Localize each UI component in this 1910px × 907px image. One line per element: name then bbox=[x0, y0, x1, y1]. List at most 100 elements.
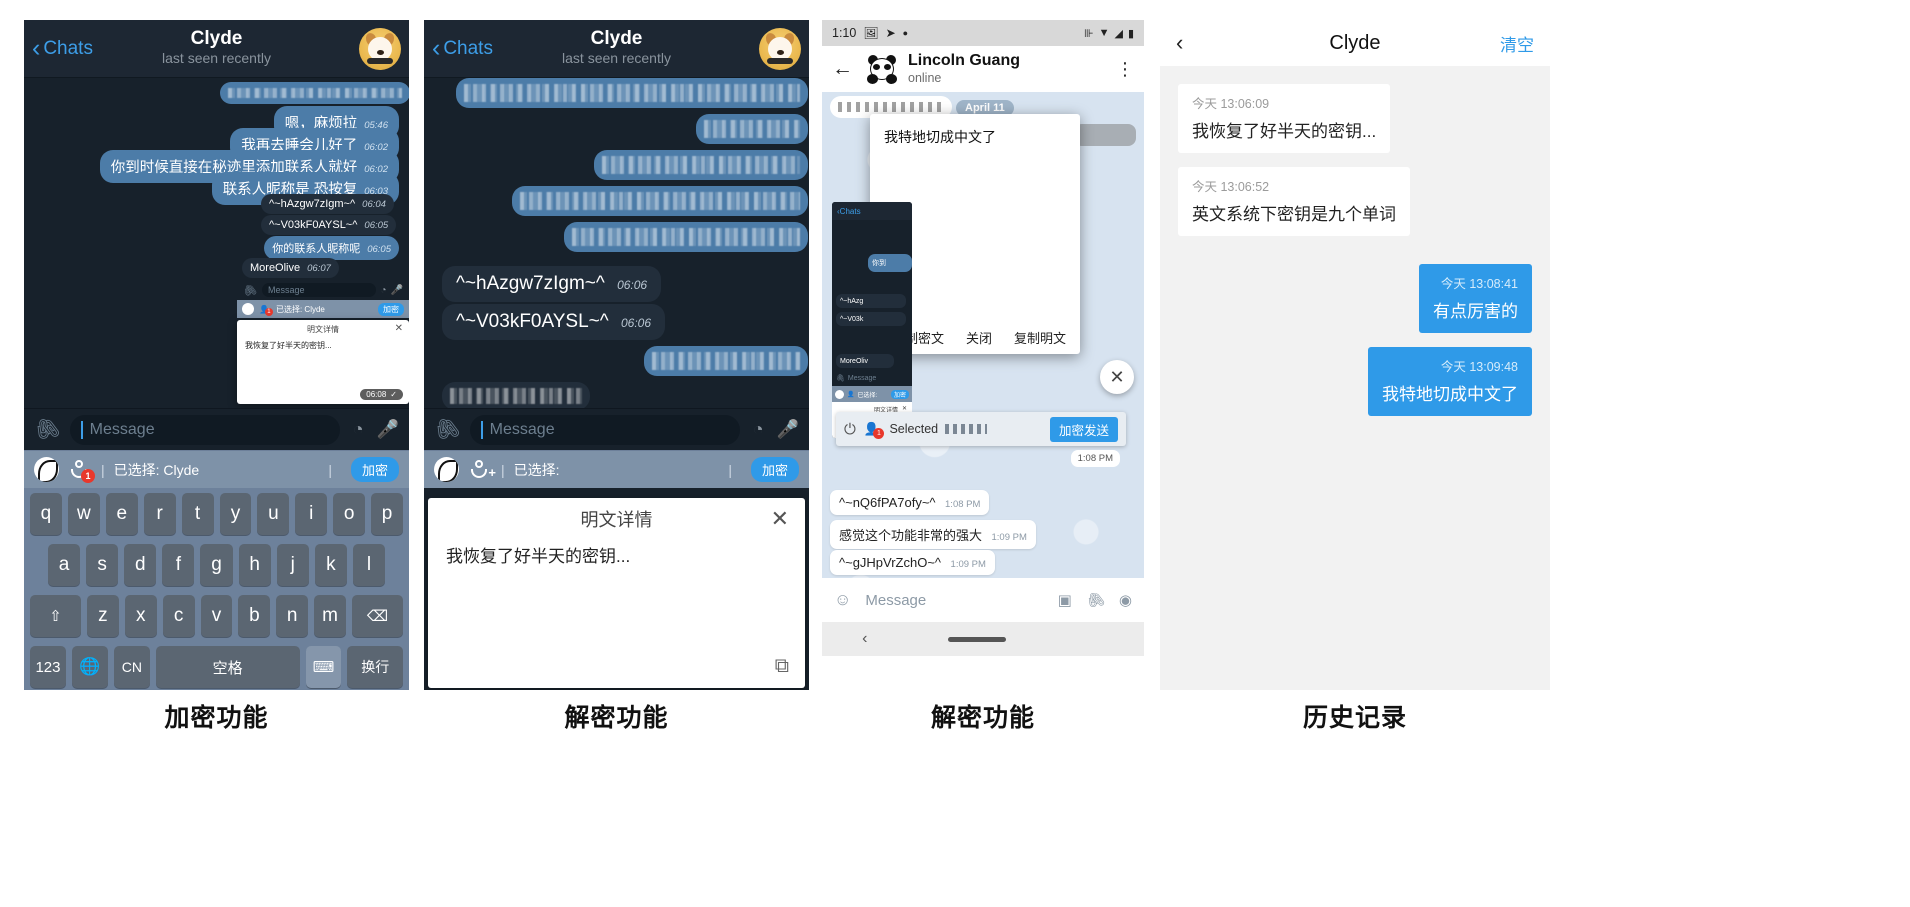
schedule-icon[interactable]: ◔ bbox=[381, 285, 387, 296]
attach-icon[interactable]: 🖇 bbox=[241, 281, 258, 298]
back-arrow-icon[interactable]: ← bbox=[832, 57, 853, 81]
list-item[interactable]: 今天 13:06:09 我恢复了好半天的密钥... bbox=[1160, 84, 1550, 153]
message-bubble-blurred[interactable] bbox=[512, 186, 808, 216]
camera-icon[interactable]: ▣ bbox=[1058, 591, 1072, 609]
history-card[interactable]: 今天 13:06:09 我恢复了好半天的密钥... bbox=[1178, 84, 1391, 153]
close-button[interactable]: 关闭 bbox=[966, 328, 992, 347]
key-x[interactable]: x bbox=[124, 595, 157, 637]
attach-icon[interactable]: 🖇 bbox=[1083, 588, 1108, 612]
shift-key[interactable]: ⇧ bbox=[30, 595, 81, 637]
message-bubble-blurred[interactable] bbox=[564, 222, 808, 252]
app-logo-icon[interactable] bbox=[434, 457, 459, 482]
back-to-chats-button[interactable]: ‹ Chats bbox=[432, 36, 493, 60]
close-icon[interactable]: ✕ bbox=[395, 324, 403, 334]
avatar[interactable] bbox=[359, 28, 401, 70]
message-bubble-blurred[interactable] bbox=[456, 78, 808, 108]
copy-icon[interactable]: ⧉ bbox=[775, 655, 789, 678]
message-bubble[interactable]: 你的联系人昵称呢 06:05 bbox=[264, 236, 399, 260]
key-i[interactable]: i bbox=[295, 493, 328, 535]
avatar[interactable] bbox=[759, 28, 801, 70]
message-input[interactable]: Message bbox=[865, 592, 1043, 609]
key-r[interactable]: r bbox=[143, 493, 176, 535]
message-bubble-cipher[interactable]: ^~hAzgw7zIgm~^ 06:06 bbox=[442, 266, 662, 302]
nav-back-icon[interactable]: ‹ bbox=[862, 630, 867, 648]
language-key[interactable]: CN bbox=[113, 646, 150, 688]
nested-message-bubble[interactable]: 你到 bbox=[868, 254, 912, 272]
mic-icon[interactable]: 🎤 bbox=[777, 419, 799, 440]
list-item[interactable]: 今天 13:09:48 我特地切成中文了 bbox=[1160, 347, 1550, 416]
space-key[interactable]: 空格 bbox=[155, 646, 300, 688]
key-o[interactable]: o bbox=[333, 493, 366, 535]
message-bubble[interactable]: 感觉这个功能非常的强大 1:09 PM bbox=[830, 520, 1036, 549]
clear-button[interactable]: 清空 bbox=[1500, 31, 1534, 56]
copy-plaintext-button[interactable]: 复制明文 bbox=[1014, 328, 1066, 347]
history-card-sent[interactable]: 今天 13:08:41 有点厉害的 bbox=[1419, 264, 1532, 333]
key-j[interactable]: j bbox=[276, 544, 309, 586]
mic-icon[interactable]: ◉ bbox=[1119, 591, 1132, 609]
nested-message-bubble[interactable]: MoreOliv bbox=[836, 354, 894, 368]
key-s[interactable]: s bbox=[86, 544, 119, 586]
message-bubble-blurred[interactable] bbox=[1074, 124, 1136, 146]
key-f[interactable]: f bbox=[162, 544, 195, 586]
message-bubble-blurred[interactable] bbox=[594, 150, 808, 180]
nested-encrypt-button[interactable]: 加密 bbox=[378, 302, 404, 316]
nested-message-input[interactable]: Message bbox=[261, 283, 376, 297]
key-h[interactable]: h bbox=[238, 544, 271, 586]
message-input[interactable]: Message bbox=[469, 414, 740, 445]
key-c[interactable]: c bbox=[162, 595, 195, 637]
encrypt-button[interactable]: 加密 bbox=[750, 457, 799, 482]
close-icon[interactable]: ✕ bbox=[902, 405, 907, 412]
nested-message-bubble[interactable]: ^~hAzg bbox=[836, 294, 906, 308]
message-bubble-cipher[interactable]: ^~hAzgw7zIgm~^ 06:04 bbox=[261, 194, 394, 214]
key-q[interactable]: q bbox=[29, 493, 62, 535]
return-key[interactable]: 换行 bbox=[347, 646, 404, 688]
schedule-icon[interactable]: ◔ bbox=[353, 419, 364, 440]
history-card[interactable]: 今天 13:06:52 英文系统下密钥是九个单词 bbox=[1178, 167, 1410, 236]
power-icon[interactable]: ⏻ bbox=[844, 421, 856, 438]
select-contact-icon[interactable]: 👤 1 bbox=[259, 305, 273, 316]
key-g[interactable]: g bbox=[200, 544, 233, 586]
key-v[interactable]: v bbox=[200, 595, 233, 637]
app-logo-icon[interactable] bbox=[34, 457, 59, 482]
attach-icon[interactable]: 🖇 bbox=[30, 413, 64, 445]
nested-message-bubble[interactable]: ^~V03k bbox=[836, 312, 906, 326]
message-bubble-cipher[interactable]: ^~V03kF0AYSL~^ 06:05 bbox=[261, 215, 397, 235]
key-t[interactable]: t bbox=[181, 493, 214, 535]
mic-icon[interactable]: 🎤 bbox=[391, 285, 403, 296]
message-bubble-cipher[interactable]: ^~V03kF0AYSL~^ 06:06 bbox=[442, 304, 665, 340]
nested-input-bar[interactable]: 🖇 Message bbox=[832, 370, 912, 386]
message-bubble-blurred[interactable] bbox=[220, 82, 409, 104]
schedule-icon[interactable]: ◔ bbox=[753, 419, 764, 440]
key-d[interactable]: d bbox=[124, 544, 157, 586]
sticker-icon[interactable]: ☺ bbox=[834, 590, 851, 610]
key-y[interactable]: y bbox=[219, 493, 252, 535]
mic-icon[interactable]: 🎤 bbox=[377, 419, 399, 440]
key-b[interactable]: b bbox=[238, 595, 271, 637]
message-bubble-cipher[interactable]: ^~nQ6fPA7ofy~^ 1:08 PM bbox=[830, 490, 990, 515]
key-u[interactable]: u bbox=[257, 493, 290, 535]
close-icon[interactable]: ✕ bbox=[771, 508, 789, 530]
list-item[interactable]: 今天 13:06:52 英文系统下密钥是九个单词 bbox=[1160, 167, 1550, 236]
key-p[interactable]: p bbox=[371, 493, 404, 535]
close-overlay-button[interactable]: ✕ bbox=[1100, 360, 1134, 394]
key-m[interactable]: m bbox=[314, 595, 346, 637]
key-l[interactable]: l bbox=[352, 544, 385, 586]
back-to-chats-button[interactable]: ‹ Chats bbox=[32, 36, 93, 60]
avatar[interactable] bbox=[867, 54, 897, 84]
key-w[interactable]: w bbox=[67, 493, 100, 535]
select-contact-button[interactable]: 1 bbox=[70, 459, 95, 483]
key-k[interactable]: k bbox=[314, 544, 347, 586]
encrypt-send-button[interactable]: 加密发送 bbox=[1049, 416, 1118, 442]
add-contact-button[interactable]: + bbox=[470, 459, 496, 481]
backspace-key[interactable]: ⌫ bbox=[352, 595, 403, 637]
message-bubble-cipher[interactable]: ^~gJHpVrZchO~^ 1:09 PM bbox=[830, 550, 995, 575]
message-bubble-blurred[interactable] bbox=[442, 382, 590, 410]
key-e[interactable]: e bbox=[105, 493, 138, 535]
overflow-menu-icon[interactable]: ⋮ bbox=[1116, 60, 1134, 78]
attach-icon[interactable]: 🖇 bbox=[430, 413, 464, 445]
nested-back-button[interactable]: ‹ Chats bbox=[832, 202, 912, 220]
nested-encrypt-button[interactable]: 加密 bbox=[890, 389, 909, 399]
key-n[interactable]: n bbox=[276, 595, 309, 637]
contact-icon[interactable]: 👤 1 bbox=[864, 422, 885, 439]
list-item[interactable]: 今天 13:08:41 有点厉害的 bbox=[1160, 264, 1550, 333]
